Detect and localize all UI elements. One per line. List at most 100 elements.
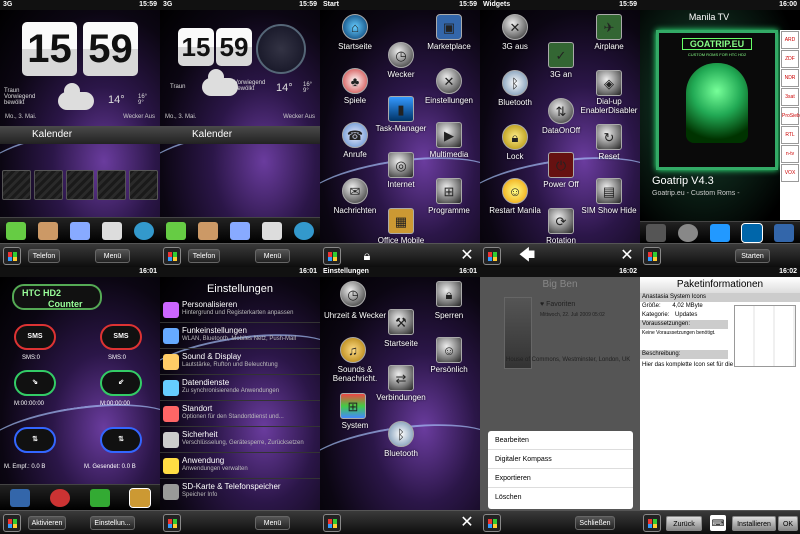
status-bar[interactable]: 16:01 bbox=[160, 267, 320, 277]
settings-clock[interactable]: ◷ bbox=[336, 281, 370, 309]
clock-minute[interactable]: 59 bbox=[83, 22, 138, 76]
softkey-right[interactable]: Menü bbox=[255, 249, 290, 263]
data-sent-pill[interactable]: ⇅ bbox=[100, 427, 142, 453]
widget-power[interactable]: ⏻ bbox=[544, 152, 578, 180]
mail-icon[interactable] bbox=[262, 221, 282, 240]
widget-3g-off[interactable]: ✕ bbox=[498, 14, 532, 42]
settings-item[interactable]: Sound & Display Lautstärke, Rufton und Be… bbox=[160, 349, 320, 375]
status-bar[interactable]: 16:02 bbox=[480, 267, 640, 277]
start-item-multimedia[interactable]: ▶ bbox=[432, 122, 466, 150]
settings-connections[interactable]: ⇄ bbox=[384, 365, 418, 393]
start-item-internet[interactable]: ◎ bbox=[384, 152, 418, 180]
messages-icon[interactable] bbox=[230, 221, 250, 240]
channel-logo[interactable]: VOX bbox=[781, 164, 799, 182]
install-button[interactable]: Installieren bbox=[732, 516, 776, 531]
status-bar[interactable]: Start 15:59 bbox=[320, 0, 480, 10]
windows-start-icon[interactable] bbox=[643, 514, 661, 532]
windows-start-icon[interactable] bbox=[3, 247, 21, 265]
internet-icon[interactable] bbox=[134, 221, 154, 240]
tv-icon[interactable] bbox=[741, 222, 763, 243]
channel-logo[interactable]: RTL bbox=[781, 126, 799, 144]
slot[interactable] bbox=[33, 170, 63, 200]
facebook-icon[interactable] bbox=[774, 223, 794, 242]
folder-icon[interactable] bbox=[129, 487, 151, 508]
widget-rotation[interactable]: ⟳ bbox=[544, 208, 578, 236]
counter-icon[interactable] bbox=[90, 488, 110, 507]
calendar-bar[interactable]: Kalender bbox=[0, 126, 160, 144]
ok-button[interactable]: OK bbox=[778, 516, 798, 531]
clock-hour[interactable]: 15 bbox=[22, 22, 77, 76]
widget-3g-on[interactable]: ✓ bbox=[544, 42, 578, 70]
analog-clock-icon[interactable] bbox=[256, 24, 306, 74]
twitter-icon[interactable] bbox=[710, 223, 730, 242]
windows-start-icon[interactable] bbox=[643, 247, 661, 265]
channel-logo[interactable]: 3sat bbox=[781, 88, 799, 106]
status-bar[interactable]: Einstellungen 16:01 bbox=[320, 267, 480, 277]
back-button[interactable]: Zurück bbox=[666, 516, 702, 531]
softkey-start[interactable]: Starten bbox=[735, 249, 770, 263]
widget-bluetooth[interactable]: ᛒ bbox=[498, 70, 532, 98]
channel-logo[interactable]: ZDF bbox=[781, 50, 799, 68]
start-item-anrufe[interactable]: ☎ bbox=[338, 122, 372, 150]
softkey-menu[interactable]: Menü bbox=[255, 516, 290, 530]
status-bar[interactable]: 16:02 bbox=[640, 267, 800, 277]
sms-sent-pill[interactable]: SMS bbox=[14, 324, 56, 350]
messages-icon[interactable] bbox=[70, 221, 90, 240]
channel-logo[interactable]: ProSieben bbox=[781, 107, 800, 125]
menu-item-export[interactable]: Exportieren bbox=[488, 469, 633, 488]
status-bar[interactable]: 16:01 bbox=[0, 267, 160, 277]
channel-logo[interactable]: NDR bbox=[781, 69, 799, 87]
clock-minute[interactable]: 59 bbox=[216, 28, 252, 66]
start-item-einstellungen[interactable]: ✕ bbox=[432, 68, 466, 96]
menu-item-edit[interactable]: Bearbeiten bbox=[488, 431, 633, 450]
settings-item[interactable]: Anwendung Anwendungen verwalten bbox=[160, 453, 320, 479]
status-bar[interactable]: Widgets 15:59 bbox=[480, 0, 640, 10]
start-item-spiele[interactable]: ♣ bbox=[338, 68, 372, 96]
windows-start-icon[interactable] bbox=[3, 514, 21, 532]
date-row[interactable]: Mo., 3. Mai. Wecker Aus bbox=[165, 114, 315, 120]
tv-preview[interactable]: GOATRIP.EU CUSTOM ROMS FOR HTC HD2 bbox=[656, 30, 778, 170]
softkey-activate[interactable]: Aktivieren bbox=[28, 516, 66, 530]
contacts-icon[interactable] bbox=[38, 221, 58, 240]
settings-item[interactable]: Sicherheit Verschlüsselung, Gerätesperre,… bbox=[160, 427, 320, 453]
settings-item[interactable]: Personalisieren Hintergrund und Registerk… bbox=[160, 297, 320, 323]
windows-start-icon[interactable] bbox=[483, 247, 501, 265]
clock-icon[interactable] bbox=[678, 223, 698, 242]
calendar-bar[interactable]: Kalender bbox=[160, 126, 320, 144]
channel-logo[interactable]: ARD bbox=[781, 31, 799, 49]
favorite-label[interactable]: ♥ Favoriten bbox=[540, 301, 575, 308]
settings-item[interactable]: SD-Karte & Telefonspeicher Speicher Info bbox=[160, 479, 320, 505]
phone-icon[interactable] bbox=[50, 488, 70, 507]
softkey-close[interactable]: Schließen bbox=[575, 516, 615, 530]
keyboard-icon[interactable]: ⌨ bbox=[710, 515, 726, 531]
tab-icon[interactable] bbox=[646, 223, 666, 242]
settings-sounds[interactable]: ♫ bbox=[336, 337, 370, 365]
settings-item[interactable]: Funkeinstellungen WLAN, Bluetooth, Mobile… bbox=[160, 323, 320, 349]
widget-sim[interactable]: ▤ bbox=[592, 178, 626, 206]
widget-lock[interactable]: 🔒︎ bbox=[498, 124, 532, 152]
softkey-right[interactable]: Menü bbox=[95, 249, 130, 263]
settings-item[interactable]: Standort Optionen für den Standortdienst … bbox=[160, 401, 320, 427]
back-icon[interactable]: 🡄 bbox=[518, 247, 536, 265]
softkey-settings[interactable]: Einstellun... bbox=[90, 516, 135, 530]
internet-icon[interactable] bbox=[294, 221, 314, 240]
start-item-nachrichten[interactable]: ✉ bbox=[338, 178, 372, 206]
slot[interactable] bbox=[129, 170, 158, 200]
widget-restart[interactable]: ☺ bbox=[498, 178, 532, 206]
status-bar[interactable]: 16:00 bbox=[640, 0, 800, 10]
windows-start-icon[interactable] bbox=[163, 247, 181, 265]
start-item-programme[interactable]: ⊞ bbox=[432, 178, 466, 206]
widget-airplane[interactable]: ✈ bbox=[592, 14, 626, 42]
start-item-taskmanager[interactable]: ▮ bbox=[384, 96, 418, 124]
home-icon[interactable] bbox=[6, 221, 26, 240]
menu-item-compass[interactable]: Digitaler Kompass bbox=[488, 450, 633, 469]
mail-icon[interactable] bbox=[102, 221, 122, 240]
sms-recv-pill[interactable]: SMS bbox=[100, 324, 142, 350]
windows-start-icon[interactable] bbox=[483, 514, 501, 532]
widget-data[interactable]: ⇅ bbox=[544, 98, 578, 126]
home-icon[interactable] bbox=[166, 221, 186, 240]
widget-dialup[interactable]: ◈ bbox=[592, 70, 626, 98]
slot[interactable] bbox=[2, 170, 31, 200]
facebook-icon[interactable] bbox=[10, 488, 30, 507]
call-in-pill[interactable]: ⇙ bbox=[100, 370, 142, 396]
